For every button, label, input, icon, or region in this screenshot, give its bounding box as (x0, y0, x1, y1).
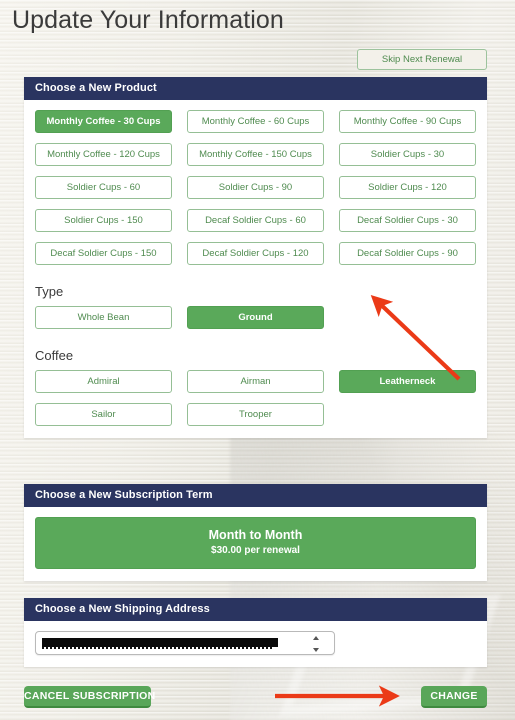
product-option-6[interactable]: Soldier Cups - 60 (35, 176, 172, 199)
type-option-0[interactable]: Whole Bean (35, 306, 172, 329)
subscription-term-card: Choose a New Subscription Term Month to … (24, 484, 487, 581)
shipping-address-select-wrap (35, 631, 335, 655)
product-card-header: Choose a New Product (24, 77, 487, 100)
product-option-13[interactable]: Decaf Soldier Cups - 120 (187, 242, 324, 265)
term-option-price: $30.00 per renewal (211, 545, 300, 556)
product-option-10[interactable]: Decaf Soldier Cups - 60 (187, 209, 324, 232)
product-card-body: Monthly Coffee - 30 Cups Monthly Coffee -… (24, 100, 487, 438)
product-card: Choose a New Product Monthly Coffee - 30… (24, 77, 487, 438)
product-option-3[interactable]: Monthly Coffee - 120 Cups (35, 143, 172, 166)
chevron-up-icon (312, 636, 319, 640)
product-option-2[interactable]: Monthly Coffee - 90 Cups (339, 110, 476, 133)
page-title: Update Your Information (12, 6, 284, 34)
type-section-label: Type (35, 284, 64, 299)
term-option-month-to-month[interactable]: Month to Month $30.00 per renewal (35, 517, 476, 569)
product-option-12[interactable]: Decaf Soldier Cups - 150 (35, 242, 172, 265)
skip-next-renewal-button[interactable]: Skip Next Renewal (357, 49, 487, 70)
coffee-option-3[interactable]: Sailor (35, 403, 172, 426)
product-option-11[interactable]: Decaf Soldier Cups - 30 (339, 209, 476, 232)
shipping-address-select[interactable] (35, 631, 335, 655)
coffee-options-grid: Admiral Airman Leatherneck Sailor Trooper (35, 370, 476, 426)
subscription-term-card-header: Choose a New Subscription Term (24, 484, 487, 507)
coffee-option-1[interactable]: Airman (187, 370, 324, 393)
chevron-down-icon (312, 648, 319, 652)
shipping-address-card-header: Choose a New Shipping Address (24, 598, 487, 621)
product-option-5[interactable]: Soldier Cups - 30 (339, 143, 476, 166)
change-button[interactable]: CHANGE (421, 686, 487, 708)
product-option-0[interactable]: Monthly Coffee - 30 Cups (35, 110, 172, 133)
cancel-subscription-button[interactable]: CANCEL SUBSCRIPTION (24, 686, 155, 708)
select-spinner-icon[interactable] (311, 636, 320, 652)
type-options-grid: Whole Bean Ground (35, 306, 476, 329)
coffee-section-label: Coffee (35, 348, 74, 363)
product-option-9[interactable]: Soldier Cups - 150 (35, 209, 172, 232)
shipping-address-card: Choose a New Shipping Address (24, 598, 487, 667)
product-options-grid: Monthly Coffee - 30 Cups Monthly Coffee -… (35, 110, 476, 265)
product-option-1[interactable]: Monthly Coffee - 60 Cups (187, 110, 324, 133)
shipping-address-card-body (24, 621, 487, 667)
product-option-7[interactable]: Soldier Cups - 90 (187, 176, 324, 199)
coffee-option-0[interactable]: Admiral (35, 370, 172, 393)
type-option-1[interactable]: Ground (187, 306, 324, 329)
arrow-to-change-button (275, 685, 400, 707)
subscription-term-card-body: Month to Month $30.00 per renewal (24, 507, 487, 581)
page-root: Update Your Information Skip Next Renewa… (0, 0, 515, 720)
product-option-8[interactable]: Soldier Cups - 120 (339, 176, 476, 199)
coffee-option-4[interactable]: Trooper (187, 403, 324, 426)
product-option-4[interactable]: Monthly Coffee - 150 Cups (187, 143, 324, 166)
redacted-address-value (42, 638, 278, 649)
product-option-14[interactable]: Decaf Soldier Cups - 90 (339, 242, 476, 265)
coffee-option-2[interactable]: Leatherneck (339, 370, 476, 393)
term-option-title: Month to Month (208, 528, 303, 542)
